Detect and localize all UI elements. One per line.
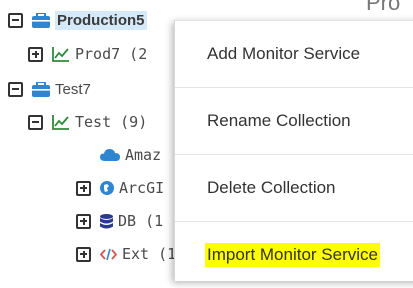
- expand-toggle-icon[interactable]: [76, 213, 91, 229]
- menu-item-label: Rename Collection: [207, 111, 351, 130]
- expand-toggle-icon[interactable]: [76, 246, 91, 262]
- tree-node-label[interactable]: ArcGI: [119, 179, 164, 197]
- globe-icon: [100, 181, 114, 195]
- collapse-toggle-icon[interactable]: [28, 114, 43, 130]
- page-title-partial: Pro: [366, 0, 401, 15]
- menu-item-rename-collection[interactable]: Rename Collection: [175, 88, 413, 154]
- tree-node-label[interactable]: Test7: [55, 81, 91, 98]
- menu-item-delete-collection[interactable]: Delete Collection: [175, 155, 413, 221]
- menu-item-label: Delete Collection: [207, 178, 336, 197]
- tree-node-amazon[interactable]: Amaz: [100, 143, 161, 167]
- tree-node-production[interactable]: Production5: [8, 8, 147, 32]
- tree-node-label[interactable]: DB (1: [118, 212, 163, 230]
- menu-item-add-monitor-service[interactable]: Add Monitor Service: [175, 21, 413, 87]
- tree-node-test[interactable]: Test (9): [28, 110, 147, 134]
- menu-item-label: Import Monitor Service: [205, 243, 380, 267]
- tree-node-label[interactable]: Amaz: [125, 146, 161, 164]
- tree-node-arcgis[interactable]: ArcGI: [76, 176, 164, 200]
- menu-item-import-monitor-service[interactable]: Import Monitor Service: [175, 222, 413, 288]
- collection-icon: [32, 81, 50, 97]
- tree-node-label[interactable]: Production5: [55, 10, 147, 30]
- tree-node-label[interactable]: Ext (1: [122, 245, 176, 263]
- database-icon: [100, 213, 113, 229]
- cloud-icon: [100, 148, 120, 162]
- tree-node-ext[interactable]: Ext (1: [76, 242, 176, 266]
- tree-node-test7[interactable]: Test7: [8, 77, 91, 101]
- tree-node-prod7[interactable]: Prod7 (2: [28, 42, 147, 66]
- chart-line-icon: [52, 46, 70, 62]
- context-menu: Add Monitor Service Rename Collection De…: [174, 20, 413, 281]
- tree-node-label[interactable]: Prod7 (2: [75, 45, 147, 63]
- collection-icon: [32, 12, 50, 28]
- code-icon: [100, 248, 117, 261]
- tree-node-db[interactable]: DB (1: [76, 209, 163, 233]
- collapse-toggle-icon[interactable]: [8, 81, 23, 97]
- tree-node-label[interactable]: Test (9): [75, 113, 147, 131]
- chart-line-icon: [52, 114, 70, 130]
- expand-toggle-icon[interactable]: [28, 46, 43, 62]
- expand-toggle-icon[interactable]: [76, 180, 91, 196]
- menu-item-label: Add Monitor Service: [207, 44, 361, 63]
- collapse-toggle-icon[interactable]: [8, 12, 23, 28]
